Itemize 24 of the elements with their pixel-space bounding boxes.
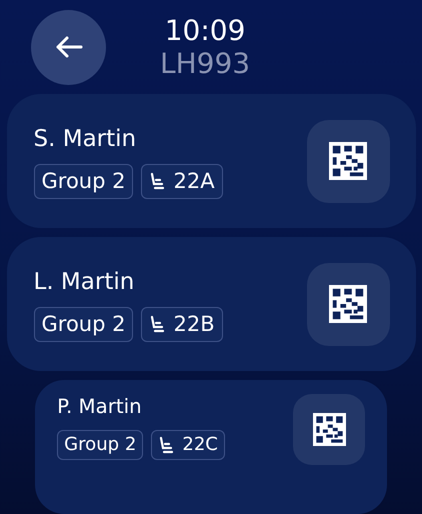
passenger-name: P. Martin: [57, 394, 143, 420]
seat-icon: [158, 436, 174, 454]
passenger-card[interactable]: S. Martin Group 2 22A: [6, 94, 416, 228]
qr-code-button[interactable]: [306, 262, 390, 346]
qr-code-button[interactable]: [306, 120, 390, 202]
seat-icon: [149, 315, 166, 333]
flight-number: LH993: [160, 48, 250, 80]
seat-icon: [149, 172, 166, 190]
group-tag: Group 2: [57, 430, 144, 460]
seat-number: 22C: [182, 434, 218, 456]
passenger-card[interactable]: L. Martin Group 2 22B: [6, 237, 416, 371]
qr-code-button[interactable]: [293, 394, 365, 466]
time: 10:09: [164, 14, 246, 48]
seat-number: 22B: [173, 312, 215, 336]
passenger-name: L. Martin: [34, 268, 136, 296]
group-tag: Group 2: [34, 306, 134, 342]
seat-number: 22A: [173, 169, 215, 193]
back-arrow-icon: [54, 35, 82, 59]
group-tag: Group 2: [34, 164, 134, 198]
qr-code-icon: [329, 142, 367, 180]
passenger-card[interactable]: P. Martin Group 2 22C: [35, 380, 387, 514]
qr-code-icon: [329, 285, 367, 323]
passenger-name: S. Martin: [34, 124, 138, 154]
qr-code-icon: [312, 413, 346, 446]
